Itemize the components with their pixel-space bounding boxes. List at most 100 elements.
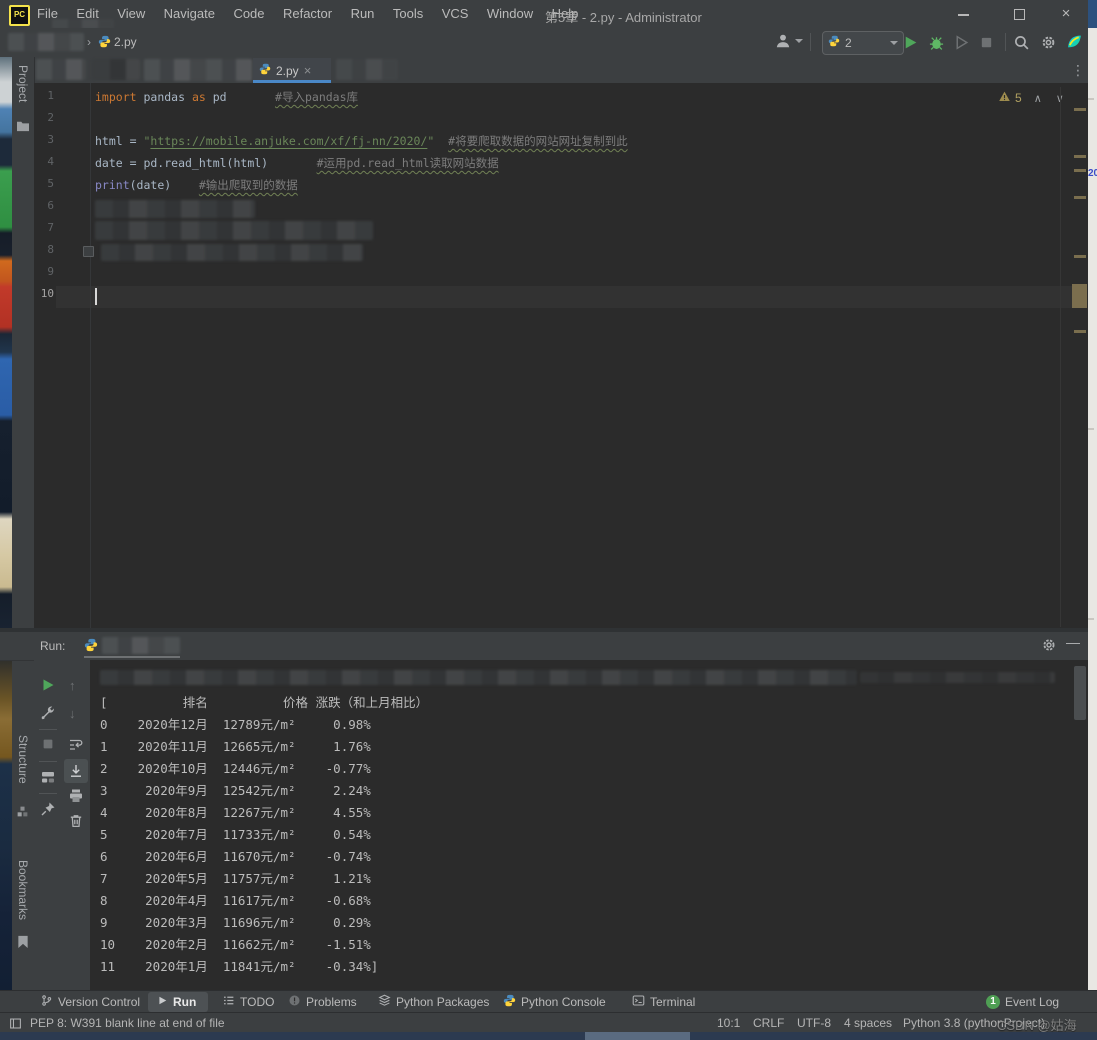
- sidebar-item-project[interactable]: Project: [16, 65, 30, 102]
- error-stripe-mark[interactable]: [1074, 169, 1086, 172]
- stop-button[interactable]: [979, 35, 996, 52]
- tool-window-version-control[interactable]: Version Control: [40, 991, 140, 1013]
- menu-refactor[interactable]: Refactor: [276, 0, 339, 21]
- text-caret: [95, 288, 97, 305]
- clear-console-trash-icon[interactable]: [68, 813, 84, 829]
- run-configuration-select[interactable]: 2: [822, 31, 904, 55]
- sidebar-item-bookmarks[interactable]: Bookmarks: [16, 860, 30, 920]
- run-button[interactable]: [902, 34, 919, 51]
- run-with-coverage-button[interactable]: [953, 34, 970, 51]
- encoding-widget[interactable]: UTF-8: [797, 1016, 831, 1030]
- settings-gear-icon[interactable]: [1040, 34, 1057, 51]
- code-gap: [227, 90, 275, 104]
- next-occurrence-icon[interactable]: ↓: [69, 706, 85, 722]
- scroll-to-end-icon[interactable]: [68, 763, 84, 779]
- menu-navigate[interactable]: Navigate: [157, 0, 222, 21]
- redacted-run-tab-name[interactable]: [102, 637, 180, 654]
- redacted-command-line: [100, 670, 857, 685]
- python-file-icon: [98, 35, 111, 48]
- event-count-badge: 1: [986, 995, 1000, 1009]
- folder-icon: [16, 119, 30, 137]
- terminal-icon: [632, 994, 645, 1010]
- code-gap: [434, 134, 448, 148]
- tool-window-label: Terminal: [650, 995, 695, 1009]
- windows-taskbar-edge: [0, 1032, 1097, 1040]
- error-stripe-mark[interactable]: [1074, 155, 1086, 158]
- rerun-button[interactable]: [40, 677, 56, 693]
- error-stripe-mark[interactable]: [1074, 255, 1086, 258]
- ide-updates-icon[interactable]: [1066, 33, 1083, 50]
- caret-position-widget[interactable]: 10:1: [717, 1016, 740, 1030]
- fold-marker-icon[interactable]: [83, 246, 94, 257]
- redacted-tab[interactable]: [92, 59, 140, 80]
- python-file-icon: [259, 62, 271, 80]
- todo-list-icon: [222, 994, 235, 1010]
- debug-button[interactable]: [928, 34, 945, 51]
- menu-code[interactable]: Code: [226, 0, 271, 21]
- console-scrollbar-thumb[interactable]: [1074, 666, 1086, 720]
- tool-window-run[interactable]: Run: [157, 991, 196, 1013]
- user-dropdown-icon[interactable]: [795, 39, 803, 43]
- hide-panel-icon[interactable]: —: [1066, 634, 1080, 650]
- tool-window-python-console[interactable]: Python Console: [503, 991, 606, 1013]
- inspections-widget[interactable]: 5 ∧ ∨: [998, 90, 1064, 106]
- error-stripe-mark[interactable]: [1074, 108, 1086, 111]
- soft-wrap-icon[interactable]: [68, 736, 84, 752]
- line-number-gutter: 1 2 3 4 5 6 7 8 9 10: [34, 85, 54, 305]
- indent-widget[interactable]: 4 spaces: [844, 1016, 892, 1030]
- sidebar-item-structure[interactable]: Structure: [16, 735, 30, 784]
- tab-close-icon[interactable]: ×: [304, 65, 312, 77]
- error-stripe-mark[interactable]: [1074, 196, 1086, 199]
- background-page-line: [1088, 98, 1094, 100]
- menu-tools[interactable]: Tools: [386, 0, 430, 21]
- tool-window-python-packages[interactable]: Python Packages: [378, 991, 489, 1013]
- bookmark-icon: [17, 935, 29, 953]
- tool-window-terminal[interactable]: Terminal: [632, 991, 695, 1013]
- editor-scrollbar-track[interactable]: [1060, 87, 1061, 627]
- redacted-tab[interactable]: [144, 59, 252, 81]
- code-line-3: html = "https://mobile.anjuke.com/xf/fj-…: [95, 133, 628, 150]
- event-log-item[interactable]: 1 Event Log: [986, 991, 1059, 1013]
- tool-window-todo[interactable]: TODO: [222, 991, 274, 1013]
- pin-tab-icon[interactable]: [40, 801, 56, 817]
- line-number: 1: [34, 85, 54, 107]
- run-tab-play-icon: [157, 995, 168, 1009]
- gutter-separator: [90, 83, 91, 630]
- line-separator-widget[interactable]: CRLF: [753, 1016, 784, 1030]
- status-message[interactable]: PEP 8: W391 blank line at end of file: [30, 1016, 225, 1030]
- menu-run[interactable]: Run: [344, 0, 382, 21]
- tool-window-problems[interactable]: Problems: [288, 991, 357, 1013]
- menu-view[interactable]: View: [110, 0, 152, 21]
- python-console-icon: [503, 994, 516, 1010]
- breadcrumb-file[interactable]: 2.py: [114, 35, 137, 49]
- user-account-icon[interactable]: [774, 32, 792, 50]
- pycharm-window: PC File Edit View Navigate Code Refactor…: [0, 0, 1097, 1040]
- restore-layout-icon[interactable]: [40, 769, 56, 785]
- prev-warning-icon[interactable]: ∧: [1034, 92, 1042, 105]
- error-stripe-mark[interactable]: [1074, 330, 1086, 333]
- line-number: 4: [34, 151, 54, 173]
- search-everywhere-icon[interactable]: [1013, 34, 1030, 51]
- menu-window[interactable]: Window: [480, 0, 540, 21]
- tab-options-icon[interactable]: ⋮: [1071, 62, 1085, 79]
- python-config-icon: [828, 34, 840, 52]
- maximize-button[interactable]: [1000, 0, 1038, 28]
- code-gap: [268, 156, 316, 170]
- menu-vcs[interactable]: VCS: [435, 0, 476, 21]
- minimize-button[interactable]: [945, 0, 983, 28]
- run-settings-gear-icon[interactable]: [1041, 637, 1057, 658]
- url-string[interactable]: https://mobile.anjuke.com/xf/fj-nn/2020/: [150, 134, 427, 148]
- prev-occurrence-icon[interactable]: ↑: [69, 678, 85, 694]
- redacted-tab[interactable]: [36, 59, 86, 80]
- menu-edit[interactable]: Edit: [69, 0, 105, 21]
- print-icon[interactable]: [68, 788, 84, 804]
- redacted-tab[interactable]: [336, 59, 398, 80]
- edit-configuration-wrench-icon[interactable]: [40, 705, 56, 721]
- taskbar-active-app: [585, 1032, 690, 1040]
- close-button[interactable]: ×: [1047, 0, 1085, 28]
- menu-file[interactable]: File: [30, 0, 65, 21]
- console-line: 4 2020年8月 12267元/m² 4.55%: [100, 802, 428, 824]
- editor-scrollbar-thumb[interactable]: [1072, 284, 1087, 308]
- redacted-code: [95, 200, 255, 218]
- stop-process-button[interactable]: [41, 737, 57, 753]
